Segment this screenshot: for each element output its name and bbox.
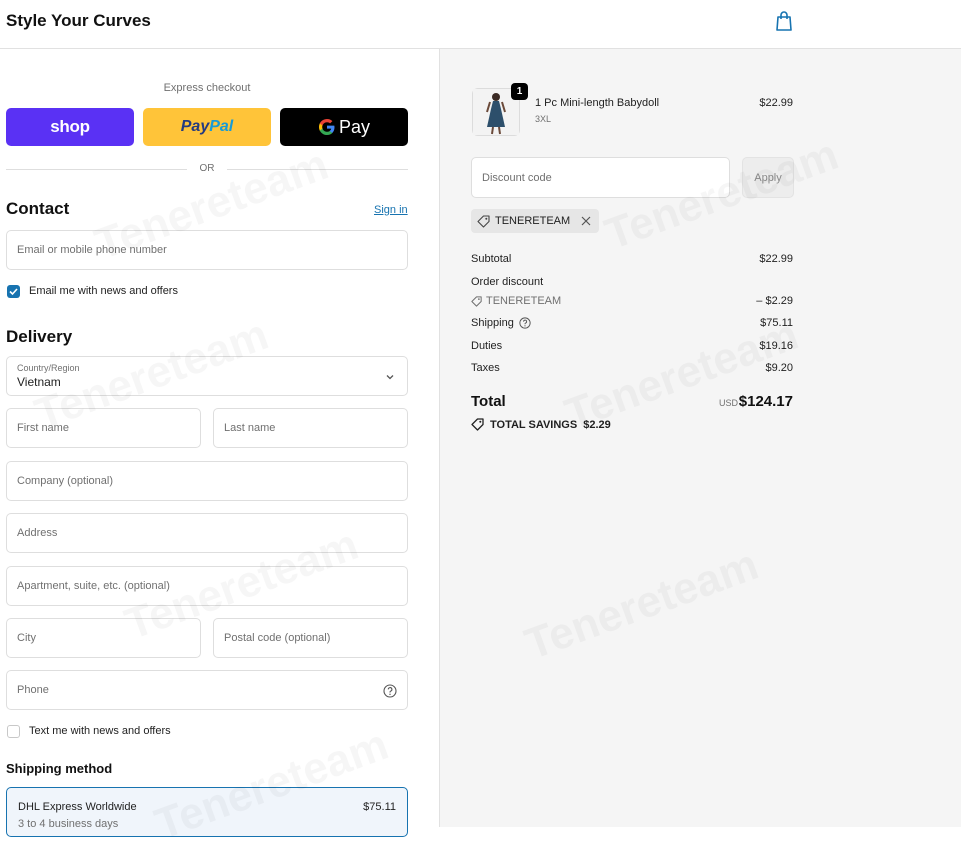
- postal-code-field[interactable]: Postal code (optional): [213, 618, 408, 658]
- applied-discount-code: TENERETEAM: [495, 215, 571, 227]
- total-savings-value: $2.29: [583, 418, 611, 431]
- paypal-button[interactable]: PayPal: [143, 108, 271, 146]
- last-name-placeholder: Last name: [224, 422, 276, 434]
- phone-placeholder: Phone: [17, 684, 49, 696]
- country-value: Vietnam: [17, 375, 61, 389]
- email-field[interactable]: Email or mobile phone number: [6, 230, 408, 270]
- order-summary: 1 1 Pc Mini-length Babydoll 3XL $22.99 D…: [439, 49, 961, 827]
- phone-field[interactable]: Phone: [6, 670, 408, 710]
- company-field[interactable]: Company (optional): [6, 461, 408, 501]
- last-name-field[interactable]: Last name: [213, 408, 408, 448]
- tag-icon: [471, 295, 482, 307]
- applied-discount-tag: TENERETEAM: [471, 209, 600, 233]
- taxes-label: Taxes: [471, 362, 500, 374]
- paypal-label-part2: Pal: [209, 118, 234, 135]
- help-circle-icon[interactable]: [519, 317, 531, 329]
- address-placeholder: Address: [17, 527, 58, 539]
- help-circle-icon[interactable]: [383, 684, 397, 698]
- first-name-placeholder: First name: [17, 422, 69, 434]
- store-name[interactable]: Style Your Curves: [6, 11, 151, 31]
- first-name-field[interactable]: First name: [6, 408, 201, 448]
- total-savings: TOTAL SAVINGS $2.29: [471, 418, 611, 431]
- paypal-label: PayPal: [181, 118, 233, 136]
- shipping-option-days: 3 to 4 business days: [18, 818, 119, 830]
- duties-label: Duties: [471, 340, 503, 352]
- shipping-label-row: Shipping: [471, 317, 531, 329]
- country-select[interactable]: Country/Region Vietnam: [6, 356, 408, 396]
- shopping-bag-icon[interactable]: [774, 10, 794, 32]
- order-discount-label: Order discount: [471, 276, 544, 288]
- checkmark-icon: [9, 288, 18, 296]
- text-news-label: Text me with news and offers: [29, 725, 171, 737]
- remove-discount-icon[interactable]: [579, 214, 593, 228]
- apartment-field[interactable]: Apartment, suite, etc. (optional): [6, 566, 408, 606]
- address-field[interactable]: Address: [6, 513, 408, 553]
- apartment-placeholder: Apartment, suite, etc. (optional): [17, 580, 170, 592]
- apply-discount-button[interactable]: Apply: [742, 157, 794, 198]
- city-field[interactable]: City: [6, 618, 201, 658]
- subtotal-label: Subtotal: [471, 253, 512, 265]
- delivery-title: Delivery: [6, 327, 73, 346]
- google-pay-text: Pay: [338, 116, 371, 137]
- discount-code-input[interactable]: Discount code: [471, 157, 730, 198]
- total-label: Total: [471, 393, 506, 410]
- express-checkout-label: Express checkout: [163, 82, 251, 94]
- shop-pay-label: shop: [50, 117, 90, 136]
- chevron-down-icon: [386, 375, 394, 380]
- product-name: 1 Pc Mini-length Babydoll: [535, 97, 660, 109]
- or-divider: OR: [6, 162, 408, 176]
- country-label: Country/Region: [17, 363, 80, 373]
- text-news-checkbox[interactable]: [7, 725, 20, 738]
- checkout-form: Express checkout shop PayPal Pay OR Cont…: [0, 49, 439, 837]
- shipping-option-name: DHL Express Worldwide: [18, 801, 137, 813]
- contact-title: Contact: [6, 199, 70, 218]
- company-placeholder: Company (optional): [17, 475, 113, 487]
- or-line-right: [227, 169, 408, 170]
- postal-code-placeholder: Postal code (optional): [224, 632, 331, 644]
- paypal-label-part1: Pay: [180, 118, 210, 135]
- google-g-icon: [318, 119, 335, 135]
- shipping-option-dhl[interactable]: DHL Express Worldwide $75.11 3 to 4 busi…: [6, 787, 408, 837]
- order-discount-code: TENERETEAM: [486, 295, 562, 307]
- header: Style Your Curves: [0, 0, 961, 49]
- product-variant: 3XL: [535, 114, 552, 124]
- email-news-label: Email me with news and offers: [29, 285, 178, 297]
- email-placeholder: Email or mobile phone number: [17, 244, 167, 256]
- order-discount-code-row: TENERETEAM: [471, 295, 561, 307]
- tag-icon: [471, 418, 484, 431]
- shop-pay-button[interactable]: shop: [6, 108, 134, 146]
- city-placeholder: City: [17, 632, 36, 644]
- order-discount-value: – $2.29: [756, 295, 793, 307]
- quantity-badge: 1: [511, 83, 528, 100]
- taxes-value: $9.20: [765, 362, 793, 374]
- shipping-method-title: Shipping method: [6, 761, 113, 776]
- total-value: $124.17: [738, 393, 793, 410]
- sign-in-link[interactable]: Sign in: [374, 204, 408, 216]
- total-currency: USD: [718, 398, 738, 408]
- tag-icon: [477, 214, 490, 228]
- google-pay-button[interactable]: Pay: [280, 108, 408, 146]
- shipping-label: Shipping: [471, 317, 514, 329]
- shipping-value: $75.11: [760, 317, 793, 329]
- email-news-checkbox[interactable]: [7, 285, 20, 298]
- subtotal-value: $22.99: [759, 253, 793, 265]
- total-savings-label: TOTAL SAVINGS: [490, 418, 578, 431]
- google-pay-label: Pay: [318, 117, 370, 138]
- discount-code-placeholder: Discount code: [482, 171, 552, 184]
- product-price: $22.99: [759, 97, 793, 109]
- duties-value: $19.16: [759, 340, 793, 352]
- shipping-option-price: $75.11: [363, 801, 396, 813]
